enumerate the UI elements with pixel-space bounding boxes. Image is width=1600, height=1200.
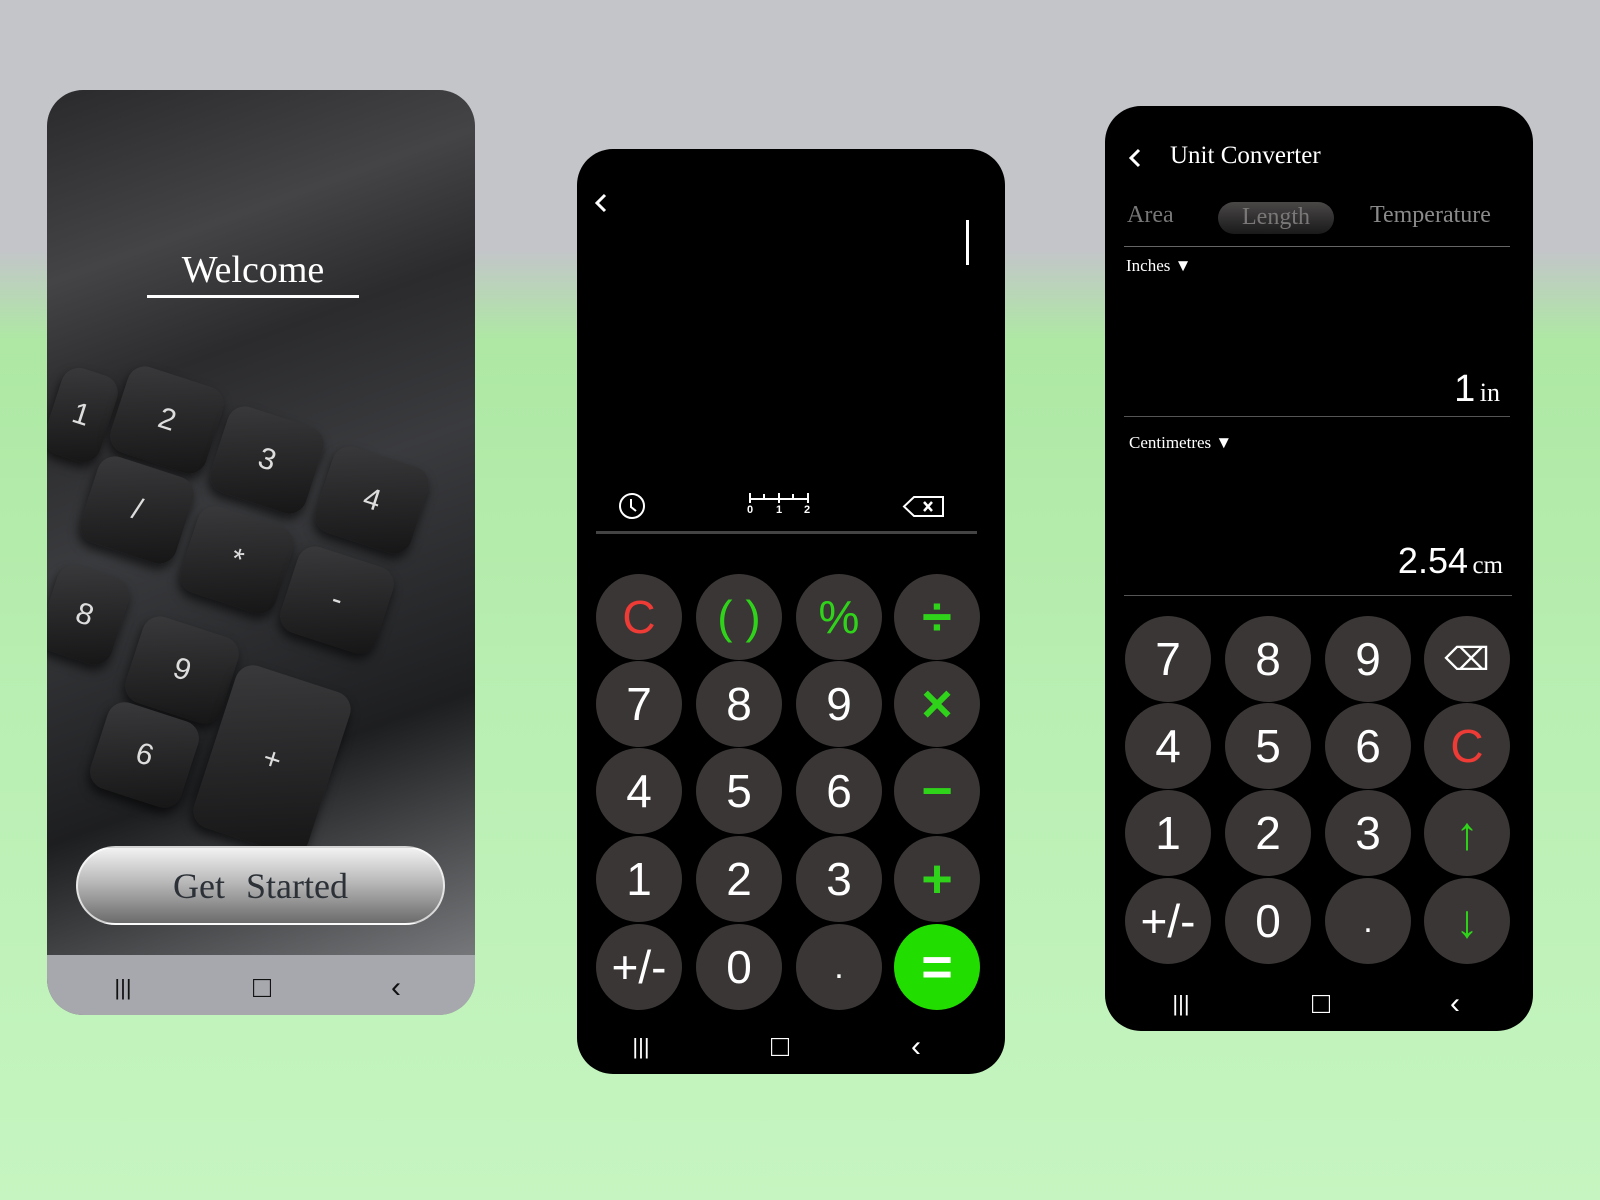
clock-icon[interactable]	[618, 492, 646, 520]
backspace-icon[interactable]	[902, 495, 946, 519]
key-8[interactable]: 8	[696, 661, 782, 747]
back-button[interactable]: ‹	[1450, 987, 1460, 1021]
key-2[interactable]: 2	[696, 836, 782, 922]
key-6[interactable]: 6	[796, 748, 882, 834]
to-value: 2.54	[1397, 540, 1468, 581]
key-0[interactable]: 0	[696, 924, 782, 1010]
home-button[interactable]: □	[253, 971, 271, 1005]
key-0[interactable]: 0	[1225, 878, 1311, 964]
photo-key: *	[175, 501, 299, 619]
home-button[interactable]: □	[1312, 987, 1330, 1021]
display-divider	[596, 531, 977, 534]
home-button[interactable]: □	[771, 1030, 789, 1064]
key-5[interactable]: 5	[1225, 703, 1311, 789]
key-9[interactable]: 9	[1325, 616, 1411, 702]
recents-button[interactable]: |||	[1172, 991, 1189, 1017]
key-1[interactable]: 1	[1125, 790, 1211, 876]
key-negate[interactable]: +/-	[1125, 878, 1211, 964]
recents-button[interactable]: |||	[114, 975, 131, 1001]
from-unit-label: Inches	[1126, 256, 1171, 275]
key-negate[interactable]: +/-	[596, 924, 682, 1010]
from-value-field[interactable]: 1 in	[1454, 368, 1500, 411]
key-4[interactable]: 4	[1125, 703, 1211, 789]
welcome-screen: 1 2 3 4/* -8 9 6 + Welcome Get Started ||| □ ‹	[47, 90, 475, 1015]
key-1[interactable]: 1	[596, 836, 682, 922]
unit-converter-screen: Unit Converter Area Length Temperature I…	[1105, 106, 1533, 1031]
back-chevron-icon[interactable]	[591, 191, 611, 215]
photo-key: 8	[47, 560, 135, 670]
tab-length[interactable]: Length	[1218, 202, 1334, 234]
back-chevron-icon[interactable]	[1125, 146, 1145, 170]
photo-key: 3	[205, 401, 329, 519]
key-3[interactable]: 3	[1325, 790, 1411, 876]
key-5[interactable]: 5	[696, 748, 782, 834]
key-8[interactable]: 8	[1225, 616, 1311, 702]
key-clear[interactable]: C	[596, 574, 682, 660]
key-equals[interactable]: =	[894, 924, 980, 1010]
recents-button[interactable]: |||	[632, 1034, 649, 1060]
tab-area[interactable]: Area	[1127, 202, 1174, 229]
photo-key: 1	[47, 363, 123, 467]
key-multiply[interactable]: ×	[894, 661, 980, 747]
back-button[interactable]: ‹	[391, 971, 401, 1005]
from-value: 1	[1454, 368, 1476, 410]
key-4[interactable]: 4	[596, 748, 682, 834]
dropdown-arrow-icon: ▼	[1215, 433, 1233, 452]
key-7[interactable]: 7	[1125, 616, 1211, 702]
photo-key: -	[275, 541, 399, 659]
page-title: Unit Converter	[1170, 142, 1321, 169]
ruler-label: 0	[747, 504, 754, 516]
key-percent[interactable]: %	[796, 574, 882, 660]
ruler-label: 2	[804, 504, 811, 516]
to-unit-label: Centimetres	[1129, 433, 1212, 452]
key-3[interactable]: 3	[796, 836, 882, 922]
from-unit-dropdown[interactable]: Inches ▼	[1126, 256, 1191, 276]
to-suffix: cm	[1472, 552, 1503, 579]
key-plus[interactable]: +	[894, 836, 980, 922]
key-swap-down[interactable]: ↓	[1424, 878, 1510, 964]
tab-temperature[interactable]: Temperature	[1370, 202, 1491, 229]
back-button[interactable]: ‹	[911, 1030, 921, 1064]
key-9[interactable]: 9	[796, 661, 882, 747]
title-underline	[147, 295, 359, 298]
key-swap-up[interactable]: ↑	[1424, 790, 1510, 876]
key-divide[interactable]: ÷	[894, 574, 980, 660]
ruler-icon[interactable]: 0 1 2	[747, 491, 811, 521]
key-backspace[interactable]: ⌫	[1424, 616, 1510, 702]
key-decimal[interactable]: .	[796, 924, 882, 1010]
key-7[interactable]: 7	[596, 661, 682, 747]
from-suffix: in	[1479, 378, 1500, 407]
expression-display[interactable]	[599, 232, 967, 462]
dropdown-arrow-icon: ▼	[1174, 256, 1192, 275]
from-divider	[1124, 416, 1510, 417]
to-value-field: 2.54 cm	[1398, 540, 1503, 582]
to-divider	[1124, 595, 1512, 596]
ruler-ticks	[749, 493, 809, 503]
welcome-title: Welcome	[181, 249, 325, 291]
keypad-photo: 1 2 3 4/* -8 9 6 +	[47, 90, 475, 955]
key-2[interactable]: 2	[1225, 790, 1311, 876]
calculator-screen: 0 1 2 C( )% ÷ 7 8 9 × 4 5 6−1 2 3 + +/- 0. = ||| □ ‹	[577, 149, 1005, 1074]
photo-key: 4	[310, 441, 434, 559]
key-parentheses[interactable]: ( )	[696, 574, 782, 660]
to-unit-dropdown[interactable]: Centimetres ▼	[1129, 433, 1232, 453]
key-clear[interactable]: C	[1424, 703, 1510, 789]
key-minus[interactable]: −	[894, 748, 980, 834]
key-decimal[interactable]: .	[1325, 878, 1411, 964]
key-6[interactable]: 6	[1325, 703, 1411, 789]
tabs-divider	[1124, 246, 1510, 247]
ruler-label: 1	[776, 504, 783, 516]
get-started-button[interactable]: Get Started	[76, 846, 445, 925]
